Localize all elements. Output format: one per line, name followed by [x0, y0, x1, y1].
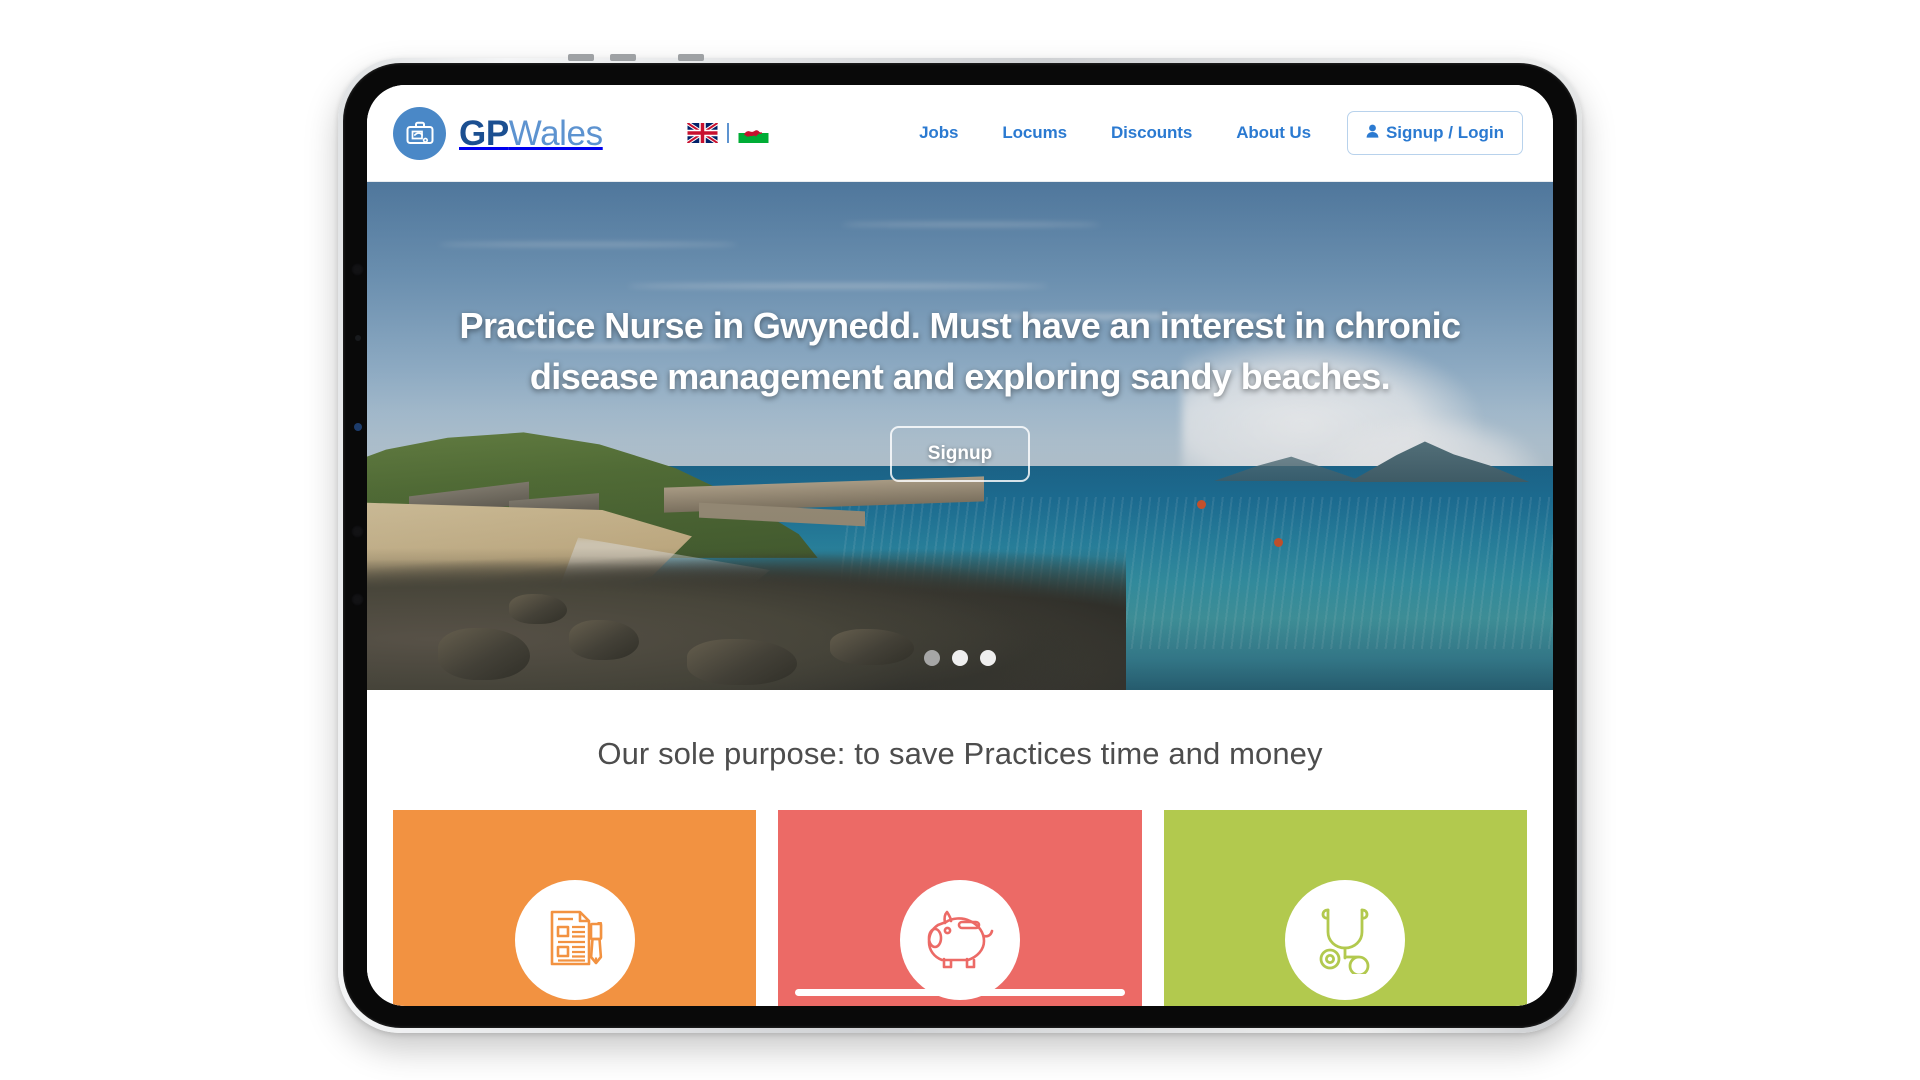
brand-name-light: Wales	[508, 113, 603, 153]
purpose-section: Our sole purpose: to save Practices time…	[367, 690, 1553, 810]
tablet-device-frame: GPWales Jobs Locums Discounts About Us S…	[338, 54, 1582, 1033]
carousel-dot-3[interactable]	[980, 650, 996, 666]
signup-login-label: Signup / Login	[1385, 123, 1504, 142]
signup-login-button[interactable]: Signup / Login	[1346, 111, 1523, 155]
carousel-dot-2[interactable]	[952, 650, 968, 666]
carousel-dot-1[interactable]	[924, 650, 940, 666]
front-camera-icon	[351, 263, 364, 276]
nav-link-locums[interactable]: Locums	[980, 123, 1089, 143]
tablet-bezel: GPWales Jobs Locums Discounts About Us S…	[343, 63, 1577, 1028]
language-switcher	[686, 123, 769, 143]
volume-up-button[interactable]	[568, 54, 594, 61]
clinical-card[interactable]	[1163, 810, 1527, 1006]
nav-link-about-us[interactable]: About Us	[1214, 123, 1333, 143]
stethoscope-icon	[1310, 902, 1380, 979]
brand-name-bold: GP	[459, 113, 509, 153]
medical-briefcase-icon	[393, 106, 446, 160]
home-indicator[interactable]	[795, 989, 1125, 996]
speaker-port-icon	[351, 593, 364, 606]
feature-cards	[367, 810, 1553, 1006]
union-jack-flag-icon[interactable]	[686, 123, 718, 143]
document-and-pen-icon	[539, 902, 611, 979]
card-icon-badge	[1285, 880, 1406, 1000]
indicator-led-icon	[354, 423, 362, 431]
site-header: GPWales Jobs Locums Discounts About Us S…	[367, 85, 1553, 182]
hero-content: Practice Nurse in Gwynedd. Must have an …	[367, 300, 1553, 483]
screenshot-canvas: GPWales Jobs Locums Discounts About Us S…	[0, 0, 1920, 1080]
main-navigation: Jobs Locums Discounts About Us Signup / …	[897, 111, 1523, 155]
nav-link-jobs[interactable]: Jobs	[897, 123, 980, 143]
flag-separator	[726, 123, 729, 143]
microphone-icon	[351, 525, 364, 538]
brand-wordmark: GPWales	[459, 116, 603, 151]
card-icon-badge	[899, 880, 1020, 1000]
volume-down-button[interactable]	[610, 54, 636, 61]
tablet-screen: GPWales Jobs Locums Discounts About Us S…	[367, 85, 1553, 1006]
carousel-dots	[367, 650, 1553, 666]
nav-link-discounts[interactable]: Discounts	[1089, 123, 1214, 143]
hero-signup-button[interactable]: Signup	[889, 426, 1031, 483]
paperwork-card[interactable]	[393, 810, 757, 1006]
savings-card[interactable]	[778, 810, 1142, 1006]
hero-headline: Practice Nurse in Gwynedd. Must have an …	[459, 305, 1461, 398]
piggy-bank-icon	[922, 902, 998, 979]
brand-logo-link[interactable]: GPWales	[393, 106, 603, 160]
purpose-title: Our sole purpose: to save Practices time…	[597, 736, 1323, 771]
user-icon	[1366, 123, 1379, 143]
ambient-sensor-icon	[355, 335, 361, 341]
power-button[interactable]	[678, 54, 704, 61]
hero-carousel: Practice Nurse in Gwynedd. Must have an …	[367, 182, 1553, 690]
welsh-flag-icon[interactable]	[738, 123, 769, 143]
card-icon-badge	[514, 880, 635, 1000]
